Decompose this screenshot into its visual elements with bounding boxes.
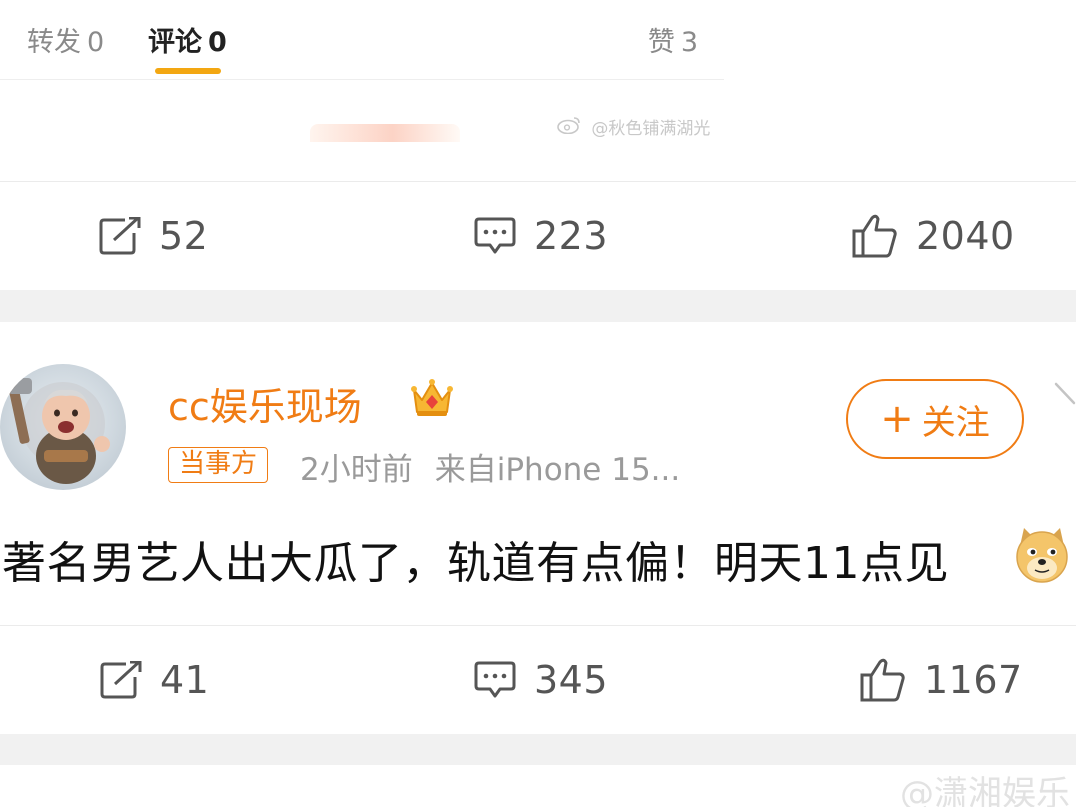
post-source: 来自iPhone 15... bbox=[434, 452, 681, 488]
chevron-right-icon[interactable] bbox=[1054, 380, 1076, 430]
doge-emoji-icon bbox=[1012, 524, 1072, 588]
like-icon bbox=[852, 214, 898, 258]
vip-crown-icon bbox=[410, 378, 454, 422]
embedded-comment-card: 转发 0 评论 0 赞3 @秋色铺满湖光 bbox=[0, 0, 724, 142]
like-button[interactable]: 1167 bbox=[860, 626, 1023, 734]
repost-icon bbox=[99, 217, 141, 255]
post-actions-1: 52 223 2040 bbox=[0, 182, 1076, 290]
image-watermark-text: @秋色铺满湖光 bbox=[591, 119, 711, 139]
tab-bar: 转发 0 评论 0 赞3 bbox=[0, 0, 724, 80]
follow-label: 关注 bbox=[921, 402, 990, 443]
tab-comment-count: 0 bbox=[208, 27, 227, 58]
comment-count: 345 bbox=[534, 658, 609, 702]
card-gap bbox=[0, 734, 1076, 765]
comment-icon bbox=[474, 217, 516, 255]
post-actions-2: 41 345 1167 bbox=[0, 626, 1076, 734]
screenshot-watermark: @潇湘娱乐 bbox=[900, 766, 1070, 807]
post-meta: 2小时前 来自iPhone 15... bbox=[300, 444, 680, 489]
repost-button[interactable]: 41 bbox=[100, 626, 209, 734]
comment-button[interactable]: 345 bbox=[474, 626, 608, 734]
like-count: 1167 bbox=[924, 658, 1023, 702]
avatar[interactable] bbox=[0, 364, 126, 490]
comment-count: 223 bbox=[534, 214, 609, 258]
post-time: 2小时前 bbox=[300, 452, 413, 488]
author-name[interactable]: cc娱乐现场 bbox=[168, 376, 362, 431]
tab-repost-count: 0 bbox=[87, 27, 105, 58]
like-count: 2040 bbox=[916, 214, 1015, 258]
cropped-image-strip bbox=[310, 124, 460, 142]
plus-icon: + bbox=[880, 396, 914, 442]
card-gap bbox=[0, 290, 1076, 322]
post-text: 著名男艺人出大瓜了，轨道有点偏！明天11点见 bbox=[2, 538, 949, 589]
image-watermark: @秋色铺满湖光 bbox=[556, 114, 710, 139]
like-icon bbox=[860, 658, 906, 702]
weibo-logo-icon bbox=[556, 117, 587, 139]
tab-repost[interactable]: 转发 0 bbox=[27, 20, 104, 59]
repost-button[interactable]: 52 bbox=[99, 182, 208, 290]
repost-icon bbox=[100, 661, 142, 699]
role-badge: 当事方 bbox=[168, 447, 269, 483]
active-tab-indicator bbox=[155, 68, 221, 74]
follow-button[interactable]: + 关注 bbox=[846, 379, 1024, 459]
like-button[interactable]: 2040 bbox=[852, 182, 1015, 290]
tab-like-count: 3 bbox=[680, 27, 698, 58]
repost-count: 41 bbox=[160, 658, 210, 702]
tab-like[interactable]: 赞3 bbox=[648, 20, 698, 59]
repost-count: 52 bbox=[159, 214, 209, 258]
tab-comment-label: 评论 bbox=[148, 27, 202, 58]
watermark-text: @潇湘娱乐 bbox=[900, 774, 1070, 807]
comment-icon bbox=[474, 661, 516, 699]
tab-like-label: 赞 bbox=[647, 27, 675, 58]
tab-comment[interactable]: 评论 0 bbox=[148, 20, 227, 59]
tab-repost-label: 转发 bbox=[27, 27, 81, 58]
comment-button[interactable]: 223 bbox=[474, 182, 608, 290]
